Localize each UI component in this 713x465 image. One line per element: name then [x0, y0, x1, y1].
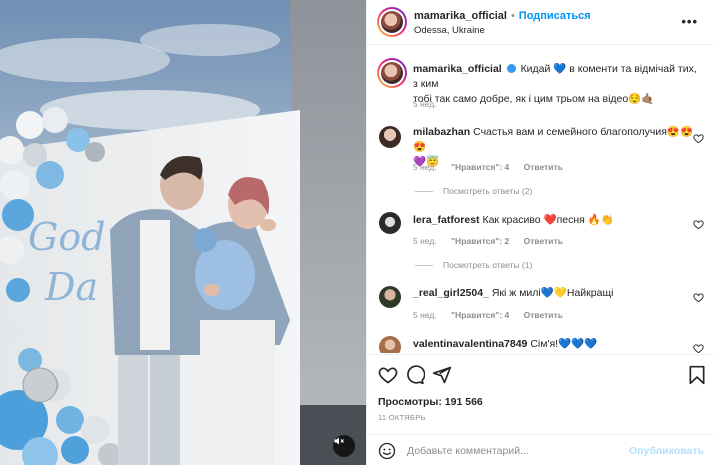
verified-badge-icon — [506, 64, 516, 73]
commenter-avatar[interactable] — [379, 336, 401, 353]
like-comment-heart-icon[interactable] — [693, 133, 704, 144]
comment-text: valentinavalentina7849 Сім'я!💙💙💙 — [413, 337, 698, 352]
caption-username[interactable]: mamarika_official — [413, 63, 502, 75]
backdrop-text-1: God — [28, 215, 106, 259]
commenter-avatar[interactable] — [379, 126, 401, 148]
comment-likes[interactable]: "Нравится": 4 — [451, 162, 509, 172]
comment-age[interactable]: 5 нед. — [413, 162, 437, 172]
post-side-panel: mamarika_official • Подписаться Odessa, … — [366, 0, 713, 465]
instagram-post-view: God Da mamarika_official • Подписаться O… — [0, 0, 713, 465]
comment-meta: 5 нед. "Нравится": 4 Ответить — [413, 310, 575, 320]
comment-body: Які ж милі💙💛Найкращі — [491, 287, 614, 299]
comment-meta: 5 нед. "Нравится": 4 Ответить — [413, 162, 575, 172]
publish-button[interactable]: Опубликовать — [629, 445, 704, 457]
view-replies-label: Посмотреть ответы (1) — [443, 260, 533, 270]
like-comment-heart-icon[interactable] — [693, 219, 704, 230]
replies-divider — [415, 264, 433, 266]
caption-line-2: тобі так само добре, як і цим трьом на в… — [413, 93, 655, 105]
caption-author-avatar[interactable] — [377, 58, 407, 88]
comment-bubble-icon[interactable] — [405, 365, 425, 385]
comment-meta: 5 нед. "Нравится": 2 Ответить — [413, 236, 575, 246]
caption-text: mamarika_official Кидай 💙 в коменти та в… — [413, 62, 698, 107]
author-username-link[interactable]: mamarika_official — [414, 10, 507, 22]
view-replies-button[interactable]: Посмотреть ответы (1) — [415, 260, 532, 270]
replies-divider — [415, 190, 433, 192]
comment-likes[interactable]: "Нравится": 2 — [451, 236, 509, 246]
commenter-username[interactable]: lera_fatforest — [413, 214, 480, 226]
post-actions: Просмотры: 191 566 11 ОКТЯБРЬ — [367, 354, 713, 434]
backdrop-text-2: Da — [44, 265, 98, 309]
post-header: mamarika_official • Подписаться Odessa, … — [367, 0, 713, 45]
reply-button[interactable]: Ответить — [524, 310, 563, 320]
caption-meta: 5 нед. — [413, 99, 449, 109]
commenter-avatar[interactable] — [379, 286, 401, 308]
header-separator: • — [510, 10, 515, 22]
comment-body: Сім'я!💙💙💙 — [530, 338, 598, 350]
reply-button[interactable]: Ответить — [524, 162, 563, 172]
view-replies-label: Посмотреть ответы (2) — [443, 186, 533, 196]
emoji-smiley-icon[interactable] — [378, 442, 396, 460]
comment-text: _real_girl2504_ Які ж милі💙💛Найкращі — [413, 286, 698, 301]
commenter-username[interactable]: _real_girl2504_ — [413, 287, 489, 299]
more-options-button[interactable]: ••• — [681, 14, 698, 29]
view-replies-button[interactable]: Посмотреть ответы (2) — [415, 186, 532, 196]
video-frame: God Da — [0, 0, 366, 465]
post-video[interactable]: God Da — [0, 0, 366, 465]
commenter-username[interactable]: valentinavalentina7849 — [413, 338, 527, 350]
caption-age[interactable]: 5 нед. — [413, 99, 437, 109]
like-comment-heart-icon[interactable] — [693, 292, 704, 303]
save-bookmark-icon[interactable] — [687, 365, 707, 385]
comment-likes[interactable]: "Нравится": 4 — [451, 310, 509, 320]
add-comment-bar: Опубликовать — [367, 434, 713, 465]
view-count[interactable]: Просмотры: 191 566 — [378, 396, 483, 408]
comments-list[interactable]: mamarika_official Кидай 💙 в коменти та в… — [367, 46, 713, 353]
comment-age[interactable]: 5 нед. — [413, 236, 437, 246]
reply-button[interactable]: Ответить — [524, 236, 563, 246]
location-link[interactable]: Odessa, Ukraine — [414, 25, 485, 36]
comment-body: Как красиво ❤️песня 🔥👏 — [482, 214, 614, 226]
share-paper-plane-icon[interactable] — [432, 365, 452, 385]
mute-button[interactable] — [333, 435, 355, 457]
follow-button[interactable]: Подписаться — [519, 10, 591, 22]
author-avatar[interactable] — [377, 7, 407, 37]
commenter-avatar[interactable] — [379, 212, 401, 234]
comment-input[interactable] — [407, 441, 607, 461]
like-heart-icon[interactable] — [378, 365, 398, 385]
post-date[interactable]: 11 ОКТЯБРЬ — [378, 413, 426, 422]
comment-age[interactable]: 5 нед. — [413, 310, 437, 320]
commenter-username[interactable]: milabazhan — [413, 126, 470, 138]
like-comment-heart-icon[interactable] — [693, 343, 704, 353]
comment-text: lera_fatforest Как красиво ❤️песня 🔥👏 — [413, 213, 698, 228]
